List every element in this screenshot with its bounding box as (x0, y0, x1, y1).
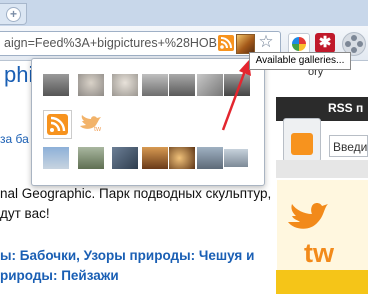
gallery-thumb-14[interactable] (224, 149, 248, 167)
twitter-bird-icon[interactable]: tw (78, 114, 108, 133)
breadcrumb-link[interactable]: за ба (0, 132, 29, 146)
bookmark-star-icon[interactable]: ☆ (257, 33, 275, 51)
twitter-bird-icon (288, 203, 328, 229)
gallery-extension-icon[interactable] (236, 34, 255, 54)
color-wheel-icon (292, 37, 306, 51)
twitter-word: tw (304, 238, 334, 268)
new-tab-button[interactable]: + (0, 3, 27, 25)
gallery-thumb-8[interactable] (43, 147, 69, 169)
address-bar[interactable]: aign=Feed%3A+bigpictures+%28HOB ☆ (0, 31, 281, 56)
gallery-thumb-11[interactable] (142, 147, 168, 169)
rss-feed-icon[interactable] (218, 35, 234, 51)
gallery-thumb-9[interactable] (78, 147, 104, 169)
red-arrow-annotation (221, 60, 251, 131)
gallery-thumb-1[interactable] (43, 74, 69, 96)
svg-text:tw: tw (94, 126, 102, 132)
gallery-thumb-13[interactable] (197, 147, 223, 169)
email-field[interactable]: Введит (329, 135, 368, 157)
sidebar-strip (276, 270, 368, 294)
tab-strip (0, 0, 368, 26)
gallery-thumb-12[interactable] (169, 147, 195, 169)
plus-icon: + (6, 7, 21, 22)
gallery-thumb-5[interactable] (169, 74, 195, 96)
article-text-line: nal Geographic. Парк подводных скульптур… (0, 186, 272, 201)
sidebar-divider (276, 160, 368, 178)
article-text-line: дут вас! (0, 206, 50, 221)
article-link[interactable]: рироды: Пейзажи (0, 268, 119, 283)
available-galleries-tooltip: Available galleries... (249, 52, 351, 70)
gallery-thumb-3[interactable] (112, 74, 138, 96)
rss-tag[interactable] (283, 118, 321, 162)
gallery-thumb-10[interactable] (112, 147, 138, 169)
gallery-thumb-4[interactable] (142, 74, 168, 96)
gallery-thumb-2[interactable] (78, 74, 104, 96)
rss-header-title: RSS п (328, 101, 364, 115)
extension-button[interactable]: ✱ (315, 33, 335, 53)
rss-icon (291, 133, 313, 155)
article-link[interactable]: ы: Бабочки, Узоры природы: Чешуя и (0, 248, 254, 263)
rss-icon[interactable] (43, 110, 72, 139)
url-text[interactable]: aign=Feed%3A+bigpictures+%28HOB (4, 36, 218, 52)
